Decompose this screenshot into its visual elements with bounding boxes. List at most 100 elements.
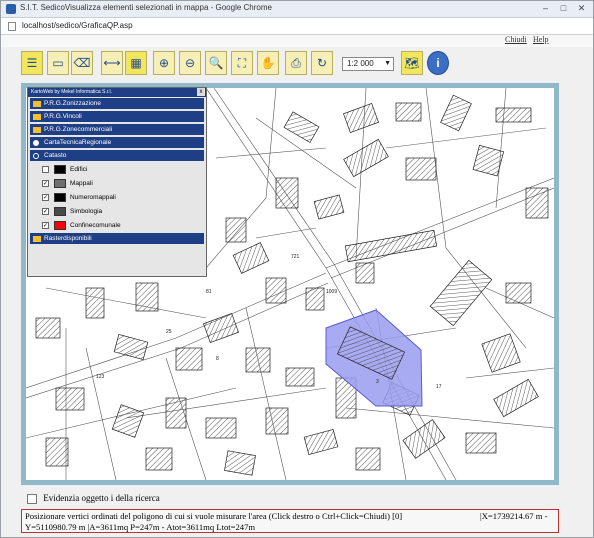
refresh-icon: ↻	[316, 56, 328, 70]
layer-swatch	[54, 207, 66, 216]
parcel-label: 17	[436, 384, 442, 390]
title-bar: S.I.T. SedicoVisualizza elementi selezio…	[1, 1, 593, 18]
minimize-button[interactable]: –	[537, 2, 554, 14]
status-instruction: Posizionare vertici ordinati del poligon…	[25, 511, 403, 521]
page-icon	[8, 22, 16, 31]
map-overview-icon: 🗺	[404, 56, 420, 70]
layer-folder-label: P.R.G.Vincoli	[44, 113, 82, 120]
pan-hand-icon: ✋	[260, 56, 276, 70]
help-link[interactable]: Help	[533, 35, 549, 44]
highlight-search-option[interactable]: Evidenzia oggetto i della ricerca	[27, 493, 160, 504]
layer-swatch	[54, 179, 66, 188]
layer-group-label: CartaTecnicaRegionale	[44, 139, 112, 146]
radio-icon	[33, 140, 39, 146]
layer-group-label: Catasto	[44, 152, 67, 159]
layer-group-cartatecnica[interactable]: CartaTecnicaRegionale	[30, 137, 204, 148]
print-icon: ⎙	[291, 56, 301, 70]
layer-folder-label: P.R.G.Zonizzazione	[44, 100, 101, 107]
legend-button[interactable]: ☰	[21, 51, 43, 75]
status-measurements: Y=5110980.79 m |A=3611mq P=247m - Atot=3…	[25, 522, 256, 532]
layer-folder-raster[interactable]: Rasterdisponibili	[30, 233, 204, 244]
layer-checkbox[interactable]	[42, 166, 49, 173]
layer-item-numeromappali[interactable]: ✓ Numeromappali	[42, 191, 202, 204]
close-window-button[interactable]: ✕	[573, 2, 590, 14]
layer-item-label: Edifici	[70, 166, 88, 173]
folder-icon	[33, 114, 41, 120]
layer-item-edifici[interactable]: Edifici	[42, 163, 202, 176]
top-links: Chiudi Help	[1, 35, 593, 47]
map-overview-button[interactable]: 🗺	[401, 51, 423, 75]
layer-item-label: Mappali	[70, 180, 93, 187]
measure-line-button[interactable]: ⟷	[101, 51, 123, 75]
scale-select[interactable]: 1:2 000 ▼	[342, 57, 394, 71]
layer-folder-zonizzazione[interactable]: P.R.G.Zonizzazione	[30, 98, 204, 109]
parcel-label: 81	[206, 289, 212, 295]
zoom-out-icon: ⊖	[184, 56, 196, 70]
status-coord-x: |X=1739214.67 m -	[480, 511, 548, 521]
scale-value: 1:2 000	[347, 59, 374, 68]
zoom-out-button[interactable]: ⊖	[179, 51, 201, 75]
select-rect-button[interactable]: ▭	[47, 51, 69, 75]
address-bar[interactable]: localhost/sedico/GraficaQP.asp	[1, 18, 593, 35]
layer-item-confinecomunale[interactable]: ✓ Confinecomunale	[42, 219, 202, 232]
status-bar: Posizionare vertici ordinati del poligon…	[21, 509, 559, 533]
layer-folder-label: P.R.G.Zonecommerciali	[44, 126, 113, 133]
measure-area-icon: ▦	[130, 56, 142, 70]
window-title: S.I.T. SedicoVisualizza elementi selezio…	[20, 3, 272, 12]
folder-icon	[33, 127, 41, 133]
layer-item-label: Simbologia	[70, 208, 103, 215]
layer-panel-header: KartoWeb by Mekel Informatica S.r.l. x	[28, 88, 206, 97]
print-button[interactable]: ⎙	[285, 51, 307, 75]
address-url[interactable]: localhost/sedico/GraficaQP.asp	[22, 21, 133, 30]
layer-swatch	[54, 193, 66, 202]
layer-checkbox[interactable]: ✓	[42, 222, 49, 229]
layer-checkbox[interactable]: ✓	[42, 180, 49, 187]
parcel-label: 123	[96, 374, 105, 380]
highlight-label: Evidenzia oggetto i della ricerca	[43, 493, 160, 503]
info-button[interactable]: i	[427, 51, 449, 75]
layer-folder-label: Rasterdisponibili	[44, 235, 92, 242]
legend-icon: ☰	[26, 56, 38, 70]
pan-button[interactable]: ✋	[257, 51, 279, 75]
parcel-label: 25	[166, 329, 172, 335]
select-clear-button[interactable]: ⌫	[71, 51, 93, 75]
chevron-down-icon: ▼	[384, 60, 391, 67]
layer-panel-title: KartoWeb by Mekel Informatica S.r.l.	[31, 89, 113, 95]
highlight-checkbox[interactable]	[27, 493, 37, 504]
layer-checkbox[interactable]: ✓	[42, 208, 49, 215]
layer-item-label: Confinecomunale	[70, 222, 121, 229]
zoom-window-icon: 🔍	[208, 56, 224, 70]
layer-item-simbologia[interactable]: ✓ Simbologia	[42, 205, 202, 218]
radio-icon	[33, 153, 39, 159]
layer-checkbox[interactable]: ✓	[42, 194, 49, 201]
layer-folder-vincoli[interactable]: P.R.G.Vincoli	[30, 111, 204, 122]
parcel-label: 1009	[326, 289, 337, 295]
zoom-in-button[interactable]: ⊕	[153, 51, 175, 75]
map-toolbar: ☰ ▭ ⌫ ⟷ ▦ ⊕ ⊖ 🔍 ⛶ ✋ ⎙ ↻ 1:2 000 ▼ 🗺 i	[21, 51, 571, 79]
maximize-button[interactable]: □	[555, 2, 572, 14]
parcel-label: 8	[216, 356, 219, 362]
parcel-label: 3	[376, 379, 379, 385]
measure-line-icon: ⟷	[103, 56, 121, 70]
refresh-button[interactable]: ↻	[311, 51, 333, 75]
layer-swatch	[54, 221, 66, 230]
layer-panel: KartoWeb by Mekel Informatica S.r.l. x P…	[27, 87, 207, 277]
select-rect-icon: ▭	[52, 56, 64, 70]
zoom-in-icon: ⊕	[158, 56, 170, 70]
layer-folder-zonecommerciali[interactable]: P.R.G.Zonecommerciali	[30, 124, 204, 135]
layer-panel-close-button[interactable]: x	[197, 88, 205, 96]
close-link[interactable]: Chiudi	[505, 35, 527, 44]
measure-area-button[interactable]: ▦	[125, 51, 147, 75]
folder-icon	[33, 101, 41, 107]
info-icon: i	[436, 56, 440, 70]
select-clear-icon: ⌫	[73, 56, 91, 70]
layer-group-catasto[interactable]: Catasto	[30, 150, 204, 161]
layer-item-mappali[interactable]: ✓ Mappali	[42, 177, 202, 190]
parcel-label: 721	[291, 254, 300, 260]
zoom-window-button[interactable]: 🔍	[205, 51, 227, 75]
browser-window: S.I.T. SedicoVisualizza elementi selezio…	[0, 0, 594, 538]
layer-item-label: Numeromappali	[70, 194, 116, 201]
folder-icon	[33, 236, 41, 242]
zoom-extent-button[interactable]: ⛶	[231, 51, 253, 75]
app-favicon-icon	[6, 4, 16, 14]
